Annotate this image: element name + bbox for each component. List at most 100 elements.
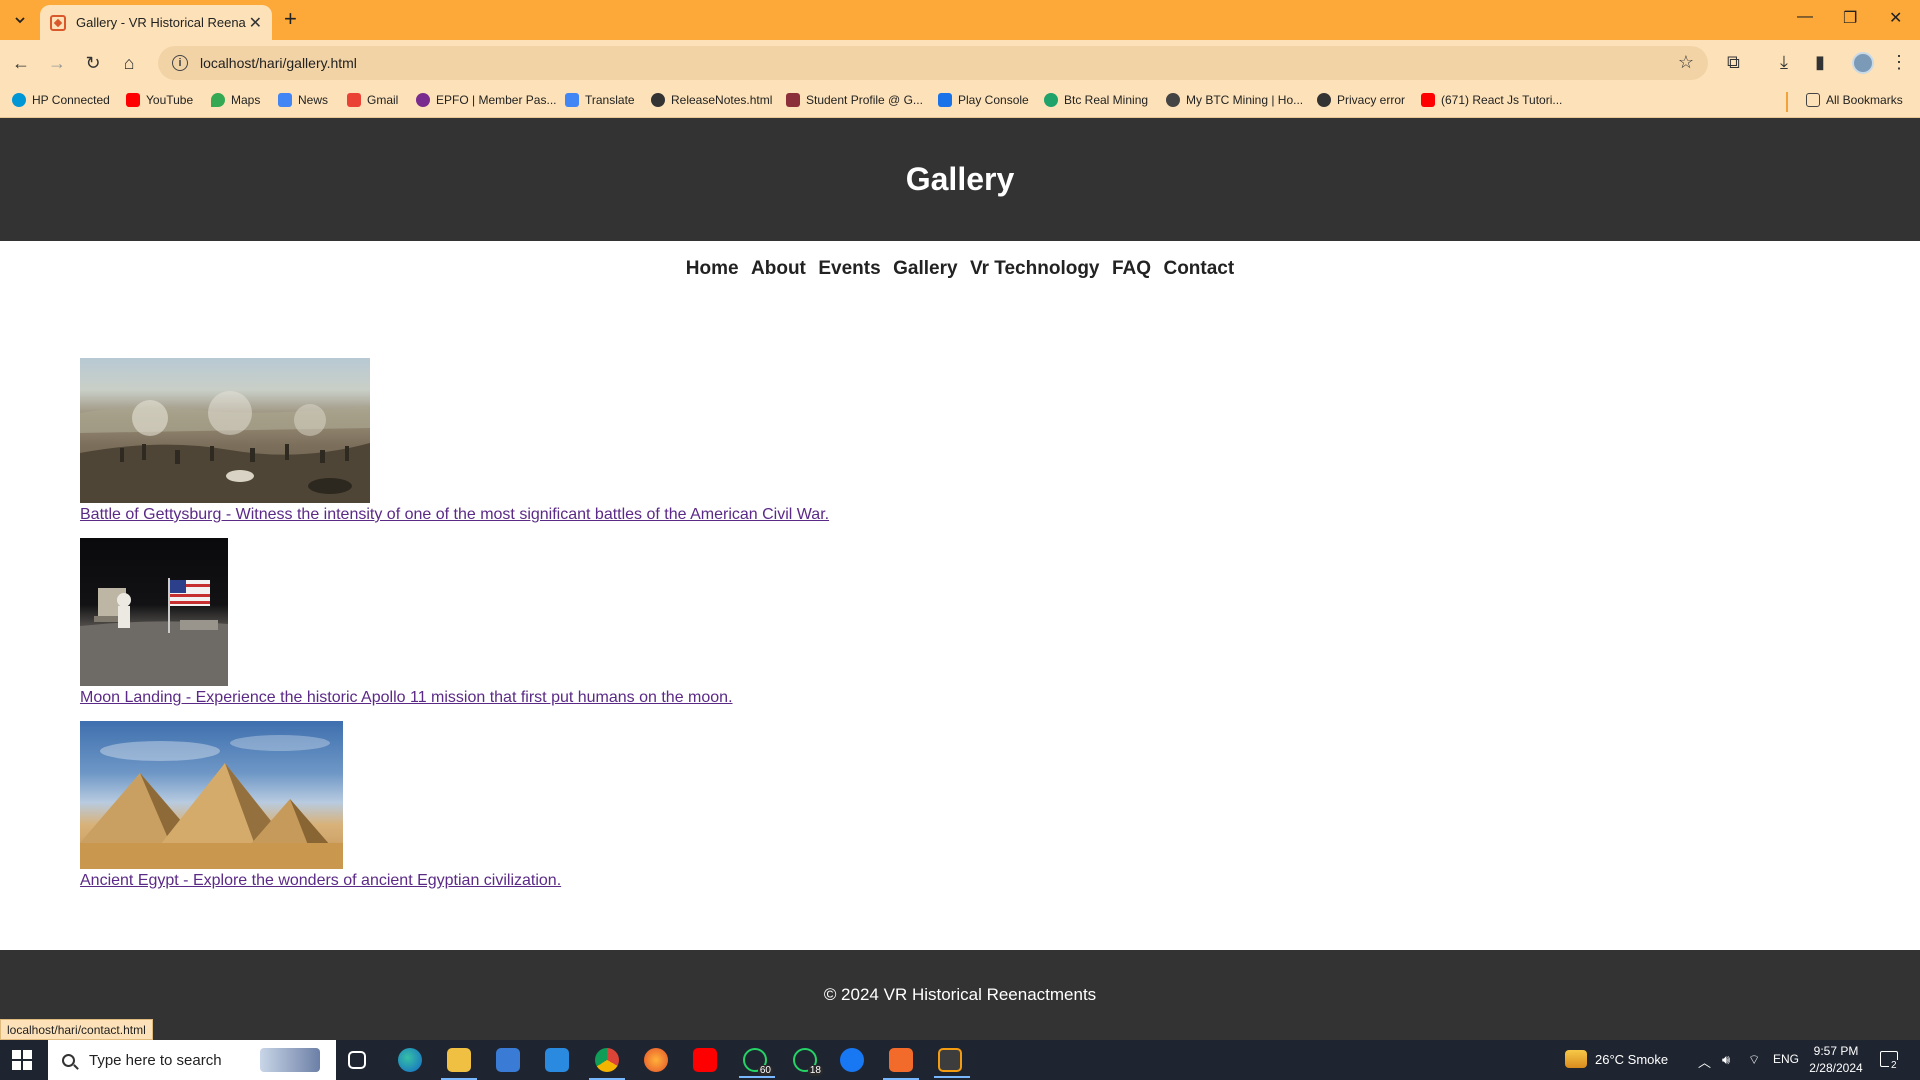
bookmark-releasenotes[interactable]: ReleaseNotes.html	[651, 93, 772, 107]
btc-icon	[1044, 93, 1058, 107]
address-bar[interactable]: i localhost/hari/gallery.html ☆	[158, 46, 1708, 80]
bookmark-news[interactable]: News	[278, 93, 328, 107]
nav-home[interactable]: Home	[686, 258, 739, 279]
close-icon[interactable]: ✕	[249, 13, 262, 33]
windows-start-icon[interactable]	[12, 1050, 32, 1070]
edge-icon[interactable]	[398, 1048, 422, 1072]
volume-icon[interactable]: 🔊︎	[1722, 1052, 1730, 1068]
chevron-down-icon	[15, 17, 25, 24]
whatsapp-badge: 60	[757, 1065, 773, 1076]
window-close-icon[interactable]: ✕	[1889, 8, 1902, 28]
sublime-text-icon[interactable]	[934, 1048, 970, 1078]
battle-scene-illustration	[80, 391, 370, 503]
bookmark-hp[interactable]: HP Connected	[12, 93, 110, 107]
minimize-icon[interactable]: —	[1797, 8, 1813, 26]
globe-icon	[1317, 93, 1331, 107]
bookmark-gmail[interactable]: Gmail	[347, 93, 398, 107]
clock-date: 2/28/2024	[1809, 1061, 1863, 1075]
url-text: localhost/hari/gallery.html	[200, 55, 357, 71]
site-nav: Home About Events Gallery Vr Technology …	[0, 258, 1920, 280]
wifi-icon[interactable]: ⌔	[1748, 1052, 1760, 1068]
taskbar-clock[interactable]: 9:57 PM 2/28/2024	[1806, 1043, 1866, 1077]
weather-icon[interactable]	[1565, 1050, 1587, 1068]
windows-taskbar: Type here to search 60 18 26°C Smoke ︿ 🔊…	[0, 1040, 1920, 1080]
extensions-icon[interactable]: ⧉	[1727, 52, 1740, 73]
translate-icon	[565, 93, 579, 107]
language-indicator[interactable]: ENG	[1773, 1052, 1799, 1066]
restore-icon[interactable]: ❐	[1843, 8, 1857, 28]
footer-copyright: © 2024 VR Historical Reenactments	[823, 985, 1097, 1004]
forward-icon[interactable]: →	[44, 50, 70, 76]
facebook-icon[interactable]	[840, 1048, 864, 1072]
ancient-egypt-caption-link[interactable]: Ancient Egypt - Explore the wonders of a…	[80, 872, 829, 890]
moon-landing-image[interactable]	[80, 538, 228, 686]
reload-icon[interactable]: ↻	[80, 50, 106, 76]
youtube-icon	[126, 93, 140, 107]
bookmark-play-console[interactable]: Play Console	[938, 93, 1029, 107]
back-icon[interactable]: ←	[8, 50, 34, 76]
nav-contact[interactable]: Contact	[1163, 258, 1234, 279]
bookmark-star-icon[interactable]: ☆	[1678, 52, 1694, 73]
whatsapp-icon[interactable]: 60	[739, 1048, 775, 1078]
page-footer: © 2024 VR Historical Reenactments	[0, 950, 1920, 1040]
bookmark-epfo[interactable]: EPFO | Member Pas...	[416, 93, 556, 107]
tab-title: Gallery - VR Historical Reenactments	[76, 15, 246, 30]
gallery: Battle of Gettysburg - Witness the inten…	[80, 358, 829, 904]
html-favicon-icon	[50, 14, 66, 31]
bookmark-btc-real-mining[interactable]: Btc Real Mining	[1044, 93, 1148, 107]
hp-icon	[12, 93, 26, 107]
gettysburg-image[interactable]	[80, 358, 370, 503]
site-info-icon[interactable]: i	[172, 55, 188, 71]
firefox-icon[interactable]	[644, 1048, 668, 1072]
show-hidden-icons-icon[interactable]: ︿	[1698, 1052, 1711, 1071]
home-icon[interactable]: ⌂	[116, 50, 142, 76]
clock-time: 9:57 PM	[1813, 1044, 1859, 1058]
taskbar-search-placeholder: Type here to search	[89, 1051, 222, 1069]
nav-events[interactable]: Events	[818, 258, 880, 279]
epfo-icon	[416, 93, 430, 107]
profile-avatar[interactable]	[1852, 52, 1874, 74]
nav-gallery[interactable]: Gallery	[893, 258, 957, 279]
globe-icon	[651, 93, 665, 107]
moon-landing-caption-link[interactable]: Moon Landing - Experience the historic A…	[80, 689, 829, 707]
mail-icon[interactable]	[545, 1048, 569, 1072]
tab-search-button[interactable]	[8, 8, 32, 32]
maps-icon	[211, 93, 225, 107]
bookmark-react-tutorial[interactable]: (671) React Js Tutori...	[1421, 93, 1562, 107]
xampp-icon[interactable]	[883, 1048, 919, 1080]
bookmark-youtube[interactable]: YouTube	[126, 93, 193, 107]
all-bookmarks[interactable]: All Bookmarks	[1806, 93, 1903, 107]
gallery-item-ancient-egypt: Ancient Egypt - Explore the wonders of a…	[80, 721, 829, 890]
chrome-icon[interactable]	[589, 1048, 625, 1080]
bookmark-my-btc-mining[interactable]: My BTC Mining | Ho...	[1166, 93, 1303, 107]
page-header: Gallery	[0, 118, 1920, 241]
bookmarks-bar: HP Connected YouTube Maps News Gmail EPF…	[0, 86, 1920, 118]
new-tab-button[interactable]: +	[284, 8, 297, 30]
taskbar-search-input[interactable]: Type here to search	[48, 1040, 336, 1080]
menu-icon[interactable]: ⋮	[1890, 52, 1908, 73]
bookmark-maps[interactable]: Maps	[211, 93, 260, 107]
search-icon	[62, 1053, 75, 1067]
gallery-item-moon-landing: Moon Landing - Experience the historic A…	[80, 538, 829, 707]
download-icon[interactable]: ⤓	[1780, 52, 1788, 73]
file-explorer-icon[interactable]	[441, 1048, 477, 1080]
youtube-app-icon[interactable]	[693, 1048, 717, 1072]
bookmark-translate[interactable]: Translate	[565, 93, 635, 107]
bookmark-student-profile[interactable]: Student Profile @ G...	[786, 93, 923, 107]
nav-about[interactable]: About	[751, 258, 806, 279]
notifications-badge: 2	[1889, 1060, 1899, 1071]
bookmark-privacy-error[interactable]: Privacy error	[1317, 93, 1405, 107]
task-view-icon[interactable]	[348, 1051, 366, 1069]
whatsapp-business-icon[interactable]: 18	[793, 1048, 823, 1076]
side-panel-icon[interactable]: ▮	[1815, 52, 1825, 73]
weather-text[interactable]: 26°C Smoke	[1595, 1052, 1668, 1067]
browser-tabstrip: Gallery - VR Historical Reenactments ✕ +…	[0, 0, 1920, 40]
youtube-icon	[1421, 93, 1435, 107]
nav-vr-technology[interactable]: Vr Technology	[970, 258, 1100, 279]
play-console-icon	[938, 93, 952, 107]
ancient-egypt-image[interactable]	[80, 721, 343, 869]
tab-gallery[interactable]: Gallery - VR Historical Reenactments ✕	[40, 5, 272, 40]
microsoft-store-icon[interactable]	[496, 1048, 520, 1072]
gettysburg-caption-link[interactable]: Battle of Gettysburg - Witness the inten…	[80, 506, 829, 524]
nav-faq[interactable]: FAQ	[1112, 258, 1151, 279]
